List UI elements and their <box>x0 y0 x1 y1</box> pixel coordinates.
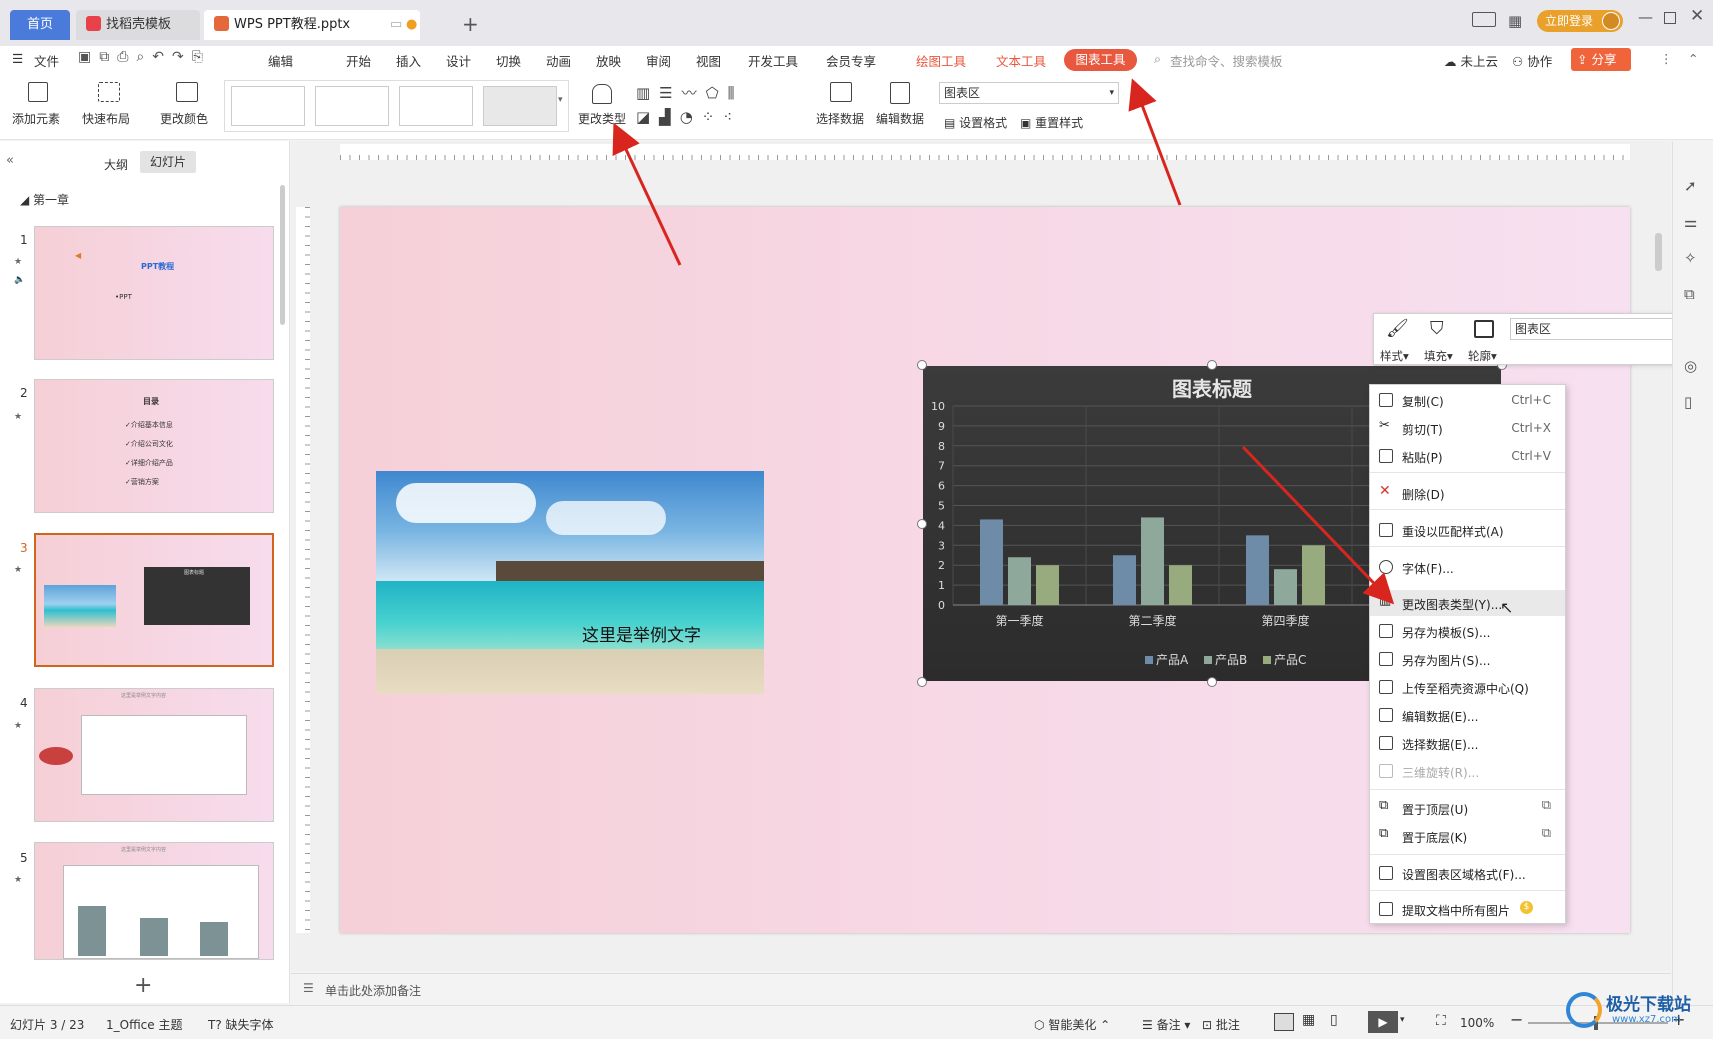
status-bar: 幻灯片 3 / 23 1_Office 主题 T? 缺失字体 ⬡ 智能美化 ⌃ … <box>0 1005 1713 1039</box>
annotation-arrows <box>612 78 1395 605</box>
notes-label: 备注 <box>1156 1018 1181 1032</box>
zoom-level[interactable]: 100% <box>1460 1016 1494 1030</box>
comments-label: 批注 <box>1215 1018 1240 1032</box>
notes-bar[interactable]: ☰ 单击此处添加备注 <box>291 973 1671 1003</box>
slide-position: 幻灯片 3 / 23 <box>10 1018 85 1032</box>
font-icon: T? <box>208 1018 222 1032</box>
annotation-arrow <box>1128 78 1182 206</box>
normal-view-icon[interactable] <box>1274 1013 1294 1031</box>
watermark-url: www.xz7.com <box>1612 1014 1681 1025</box>
beautify-button[interactable]: ⬡ 智能美化 ⌃ <box>1034 1016 1110 1033</box>
watermark: 极光下载站 www.xz7.com <box>1566 988 1706 1032</box>
missing-font-label: 缺失字体 <box>225 1018 274 1032</box>
book-icon[interactable]: ▯ <box>1684 393 1692 411</box>
chevron-down-icon[interactable]: ▾ <box>1400 1015 1405 1025</box>
pin-icon[interactable]: ✧ <box>1684 249 1697 267</box>
missing-font-button[interactable]: T? 缺失字体 <box>208 1016 274 1033</box>
notes-icon: ☰ <box>1142 1018 1153 1032</box>
rocket-icon[interactable]: ➚ <box>1684 177 1697 195</box>
sorter-view-icon[interactable]: ▦ <box>1302 1012 1315 1028</box>
reading-view-icon[interactable]: ▯ <box>1330 1012 1338 1028</box>
watermark-text: 极光下载站 <box>1606 995 1691 1015</box>
animation-icon[interactable]: ◎ <box>1684 357 1697 375</box>
notes-placeholder[interactable]: 单击此处添加备注 <box>325 982 421 999</box>
beautify-icon: ⬡ <box>1034 1018 1045 1032</box>
watermark-logo-icon <box>1566 992 1602 1028</box>
right-sidebar: ➚ ⚌ ✧ ⧉ ◎ ▯ <box>1655 141 1713 1005</box>
zoom-out-icon[interactable]: − <box>1510 1010 1523 1029</box>
annotation-arrow <box>612 122 682 266</box>
theme-name[interactable]: 1_Office 主题 <box>106 1016 182 1033</box>
annotation-arrow <box>1241 445 1395 605</box>
play-button[interactable]: ▶ <box>1368 1011 1398 1033</box>
beautify-label: 智能美化 <box>1048 1018 1097 1032</box>
fit-screen-icon[interactable]: ⛶ <box>1436 1013 1446 1029</box>
comments-toggle[interactable]: ⊡ 批注 <box>1202 1016 1240 1033</box>
transition-icon[interactable]: ⧉ <box>1684 285 1695 303</box>
notes-icon: ☰ <box>303 981 314 995</box>
notes-toggle[interactable]: ☰ 备注 ▾ <box>1142 1016 1190 1033</box>
canvas-scrollbar[interactable] <box>1655 233 1662 271</box>
comment-icon: ⊡ <box>1202 1018 1213 1032</box>
settings-sliders-icon[interactable]: ⚌ <box>1684 213 1697 231</box>
